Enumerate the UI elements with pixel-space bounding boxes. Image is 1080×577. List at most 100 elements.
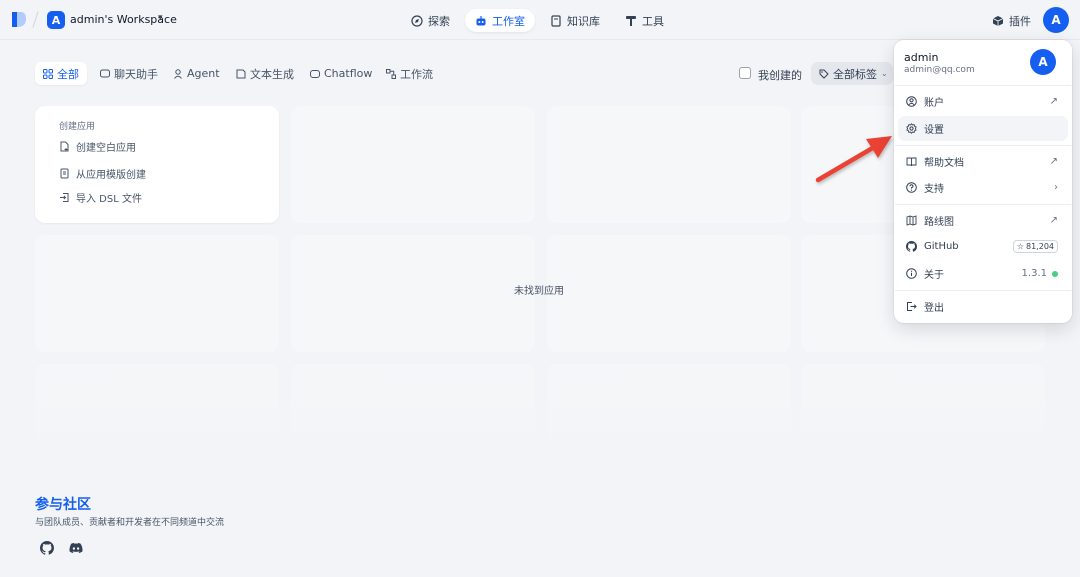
discord-icon[interactable]	[69, 541, 83, 555]
tag-icon	[819, 69, 829, 79]
cube-icon	[992, 16, 1004, 26]
github-icon	[906, 241, 917, 252]
filter-tab-label: 聊天助手	[114, 67, 158, 81]
chatflow-icon	[310, 69, 320, 78]
document-icon	[236, 69, 246, 78]
placeholder-card	[35, 235, 279, 352]
filter-tab-label: 文本生成	[250, 67, 294, 81]
github-icon[interactable]	[40, 541, 54, 555]
placeholder-card	[291, 106, 535, 223]
chat-bubble-icon	[100, 69, 110, 77]
nav-knowledge[interactable]: 知识库	[540, 9, 610, 32]
book-icon	[551, 14, 561, 27]
tag-filter-select[interactable]: 全部标签 ⌄	[811, 62, 893, 85]
nav-label: 探索	[428, 14, 450, 28]
menu-divider	[895, 85, 1071, 86]
user-avatar[interactable]: A	[1043, 7, 1069, 33]
hammer-icon	[626, 15, 636, 26]
nav-tools[interactable]: 工具	[615, 9, 674, 32]
filter-tab-completion[interactable]: 文本生成	[228, 62, 302, 85]
filter-tab-workflow[interactable]: 工作流	[378, 62, 441, 85]
menu-item-help-docs[interactable]: 帮助文档 ↗	[898, 149, 1068, 174]
fade-overlay	[0, 350, 1080, 490]
compass-icon	[411, 14, 423, 27]
plugins-button[interactable]: 插件	[992, 13, 1031, 29]
nav-label: 知识库	[567, 14, 600, 28]
menu-item-label: 设置	[924, 125, 944, 136]
filter-tab-chatflow[interactable]: Chatflow	[302, 62, 380, 85]
annotation-arrow	[815, 136, 892, 183]
filter-tab-all[interactable]: 全部	[35, 62, 87, 85]
filter-tab-label: 工作流	[400, 67, 433, 81]
template-icon	[60, 168, 69, 179]
create-blank-app-button[interactable]: 创建空白应用	[59, 139, 136, 154]
menu-item-logout[interactable]: 登出	[898, 294, 1068, 319]
create-item-label: 从应用模版创建	[76, 170, 146, 181]
menu-item-label: 路线图	[924, 217, 954, 228]
placeholder-card	[547, 106, 791, 223]
import-dsl-button[interactable]: 导入 DSL 文件	[59, 190, 142, 205]
menu-divider	[895, 204, 1071, 205]
create-app-title: 创建应用	[59, 122, 96, 132]
filter-tab-label: Agent	[187, 67, 220, 80]
star-icon: ☆	[1016, 242, 1024, 251]
menu-avatar: A	[1030, 49, 1056, 75]
filter-tab-chatbot[interactable]: 聊天助手	[92, 62, 166, 85]
nav-label: 工具	[642, 14, 664, 28]
github-stars-badge: ☆ 81,204	[1012, 240, 1058, 253]
community-subtitle: 与团队成员、贡献者和开发者在不同频道中交流	[35, 518, 225, 528]
created-by-me-label[interactable]: 我创建的	[758, 67, 802, 83]
import-icon	[60, 193, 69, 202]
menu-item-support[interactable]: 支持 ›	[898, 175, 1068, 200]
create-item-label: 导入 DSL 文件	[76, 194, 142, 205]
map-icon	[906, 215, 917, 226]
status-dot	[1052, 270, 1058, 277]
menu-item-label: GitHub	[924, 241, 959, 252]
robot-icon	[476, 15, 486, 25]
nav-label: 工作室	[492, 14, 525, 28]
nav-studio[interactable]: 工作室	[465, 9, 535, 32]
workspace-avatar[interactable]: A	[47, 11, 65, 29]
logout-icon	[907, 302, 917, 311]
external-link-icon: ↗	[1049, 96, 1058, 107]
menu-item-settings[interactable]: 设置	[898, 116, 1068, 141]
menu-item-github[interactable]: GitHub ☆ 81,204	[898, 234, 1068, 259]
menu-item-label: 登出	[924, 303, 944, 314]
placeholder-card	[291, 235, 535, 352]
create-from-template-button[interactable]: 从应用模版创建	[59, 166, 146, 181]
menu-item-roadmap[interactable]: 路线图 ↗	[898, 208, 1068, 233]
top-bar: A admin's Workspace ▾ 探索 工作室 知识库 工具 插件 A	[0, 0, 1080, 40]
gear-icon	[906, 123, 917, 134]
create-item-label: 创建空白应用	[76, 143, 136, 154]
filter-tab-label: 全部	[57, 67, 79, 81]
nav-explore[interactable]: 探索	[401, 9, 460, 32]
menu-divider	[895, 145, 1071, 146]
menu-item-label: 账户	[924, 98, 944, 109]
menu-item-about[interactable]: 关于 1.3.1	[898, 261, 1068, 286]
workflow-icon	[386, 68, 396, 79]
version-text: 1.3.1	[1021, 268, 1047, 279]
file-plus-icon	[60, 141, 69, 152]
created-by-me-checkbox[interactable]	[739, 67, 751, 79]
external-link-icon: ↗	[1049, 156, 1058, 167]
filter-tab-label: Chatflow	[324, 67, 373, 80]
chevron-down-icon: ⌄	[881, 69, 888, 78]
chevron-down-icon[interactable]: ▾	[158, 13, 163, 23]
chevron-right-icon: ›	[1054, 182, 1058, 193]
menu-user-name: admin	[904, 51, 939, 64]
empty-state-text: 未找到应用	[514, 286, 564, 297]
menu-divider	[895, 290, 1071, 291]
filter-tab-agent[interactable]: Agent	[165, 62, 228, 85]
help-circle-icon	[906, 182, 917, 193]
menu-user-email: admin@qq.com	[904, 65, 975, 75]
menu-item-label: 关于	[924, 270, 944, 281]
app-logo-icon[interactable]	[12, 11, 26, 28]
menu-item-account[interactable]: 账户 ↗	[898, 89, 1068, 114]
menu-item-label: 支持	[924, 184, 944, 195]
agent-icon	[174, 68, 182, 79]
tag-filter-label: 全部标签	[833, 67, 877, 81]
github-stars-count: 81,204	[1026, 242, 1054, 251]
info-icon	[906, 268, 917, 279]
grid-icon	[43, 68, 53, 79]
placeholder-card	[547, 235, 791, 352]
